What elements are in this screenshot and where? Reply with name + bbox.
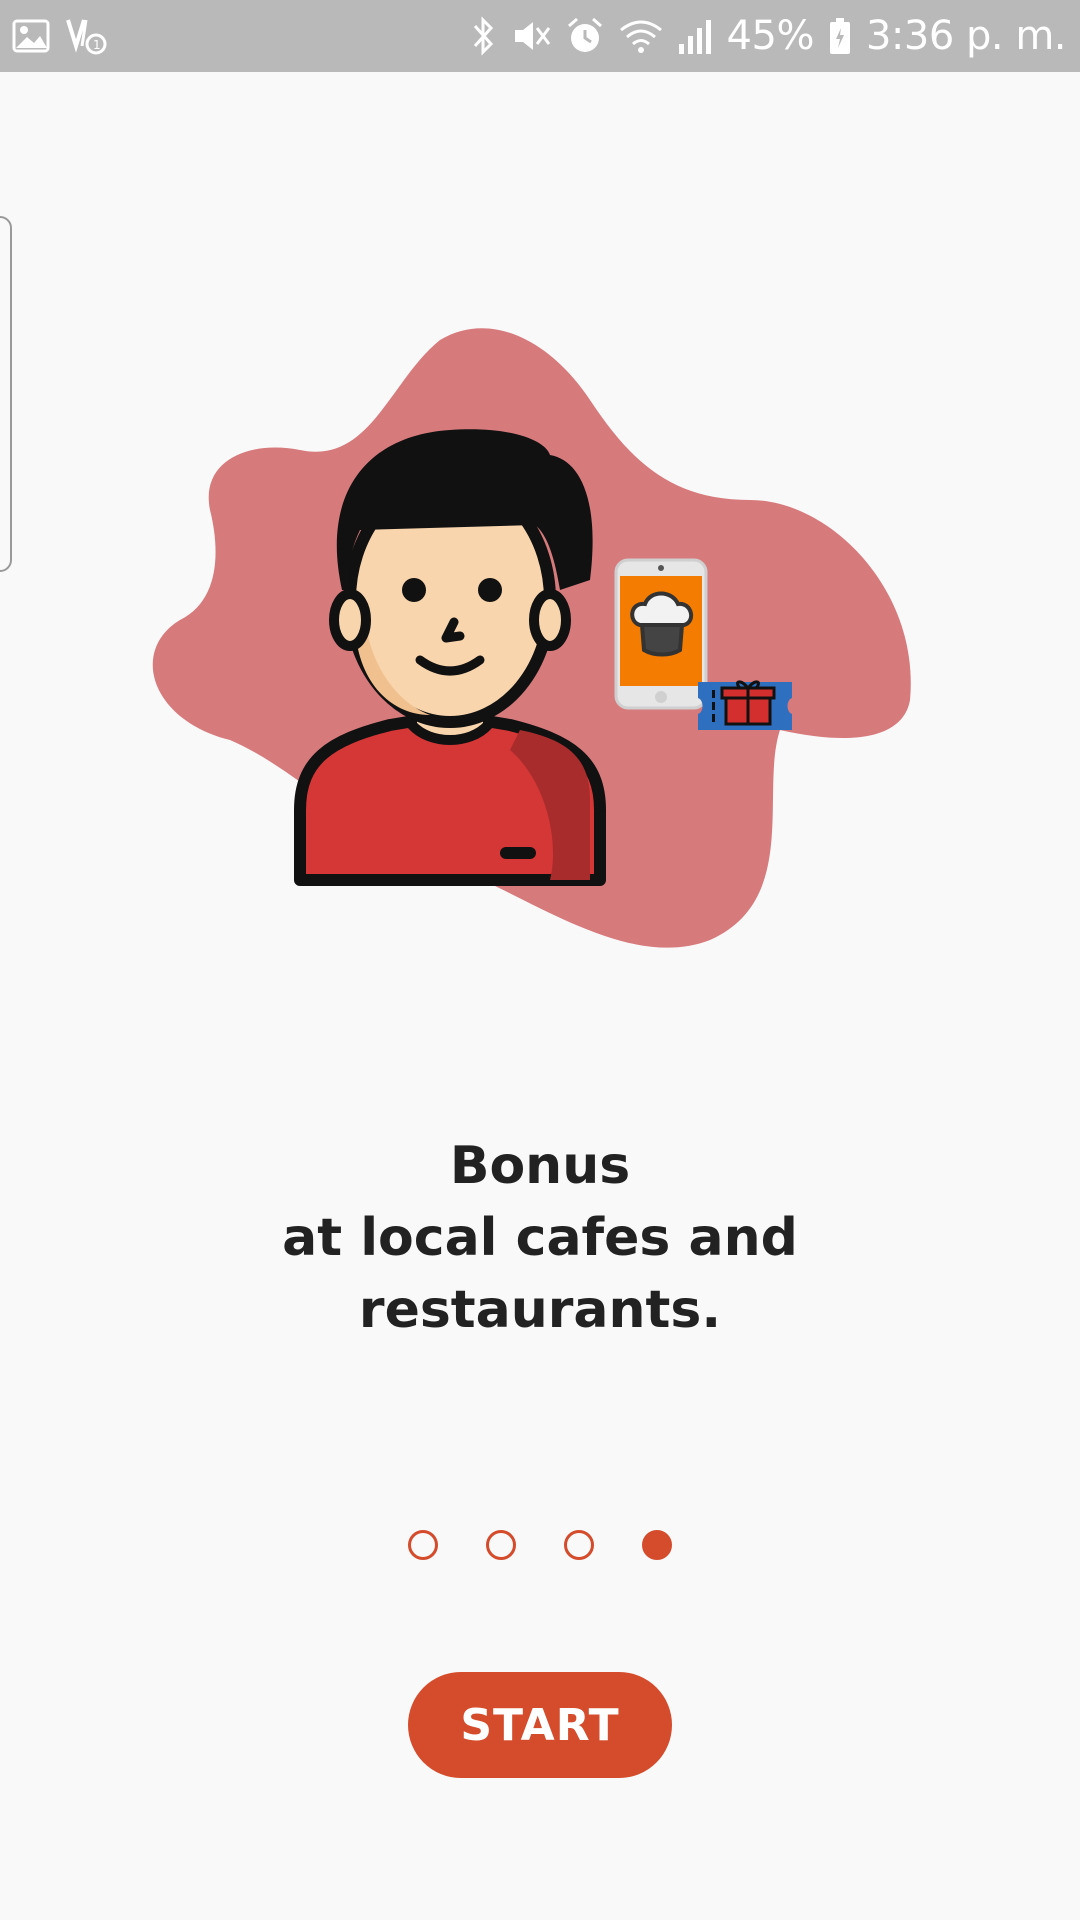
volte-icon: 1 [64, 16, 110, 56]
page-dot-4-active[interactable] [642, 1530, 672, 1560]
gift-ticket-icon [698, 680, 792, 730]
page-dot-2[interactable] [486, 1530, 516, 1560]
status-left-icons: 1 [12, 14, 110, 58]
bluetooth-icon [471, 16, 497, 56]
title-line-1: Bonus [449, 1136, 631, 1196]
status-bar: 1 45% 3:36 p. m. [0, 0, 1080, 72]
status-time: 3:36 p. m. [865, 13, 1067, 59]
image-icon [12, 19, 50, 53]
signal-icon [677, 16, 713, 56]
alarm-icon [565, 16, 605, 56]
edge-panel-handle[interactable] [0, 216, 12, 572]
onboarding-title: Bonus at local cafes and restaurants. [0, 1130, 1080, 1346]
battery-percent: 45% [726, 13, 815, 59]
status-right-icons: 45% 3:36 p. m. [471, 10, 1067, 62]
wifi-icon [619, 16, 663, 56]
phone-chef-hat-icon [614, 558, 708, 710]
page-dot-1[interactable] [408, 1530, 438, 1560]
start-button[interactable]: START [408, 1672, 672, 1778]
page-dot-3[interactable] [564, 1530, 594, 1560]
title-line-2: at local cafes and [282, 1208, 798, 1268]
battery-icon [828, 16, 852, 56]
page-indicator [0, 1530, 1080, 1560]
svg-text:1: 1 [93, 38, 101, 52]
title-line-3: restaurants. [358, 1280, 722, 1340]
onboarding-screen: 1 45% 3:36 p. m. Bonus at local cafes an… [0, 0, 1080, 1920]
mute-icon [511, 16, 551, 56]
onboarding-illustration [150, 320, 930, 960]
